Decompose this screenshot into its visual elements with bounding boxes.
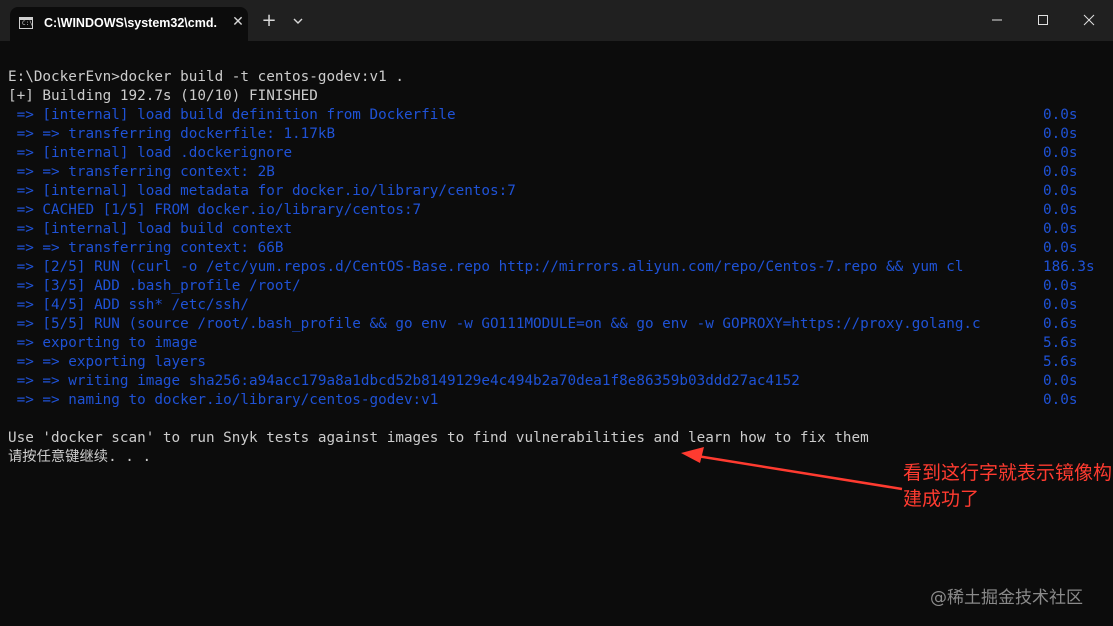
- watermark: @稀土掘金技术社区: [930, 588, 1083, 608]
- annotation-note: 看到这行字就表示镜像构建成功了: [903, 462, 1113, 510]
- red-arrow: [681, 447, 903, 491]
